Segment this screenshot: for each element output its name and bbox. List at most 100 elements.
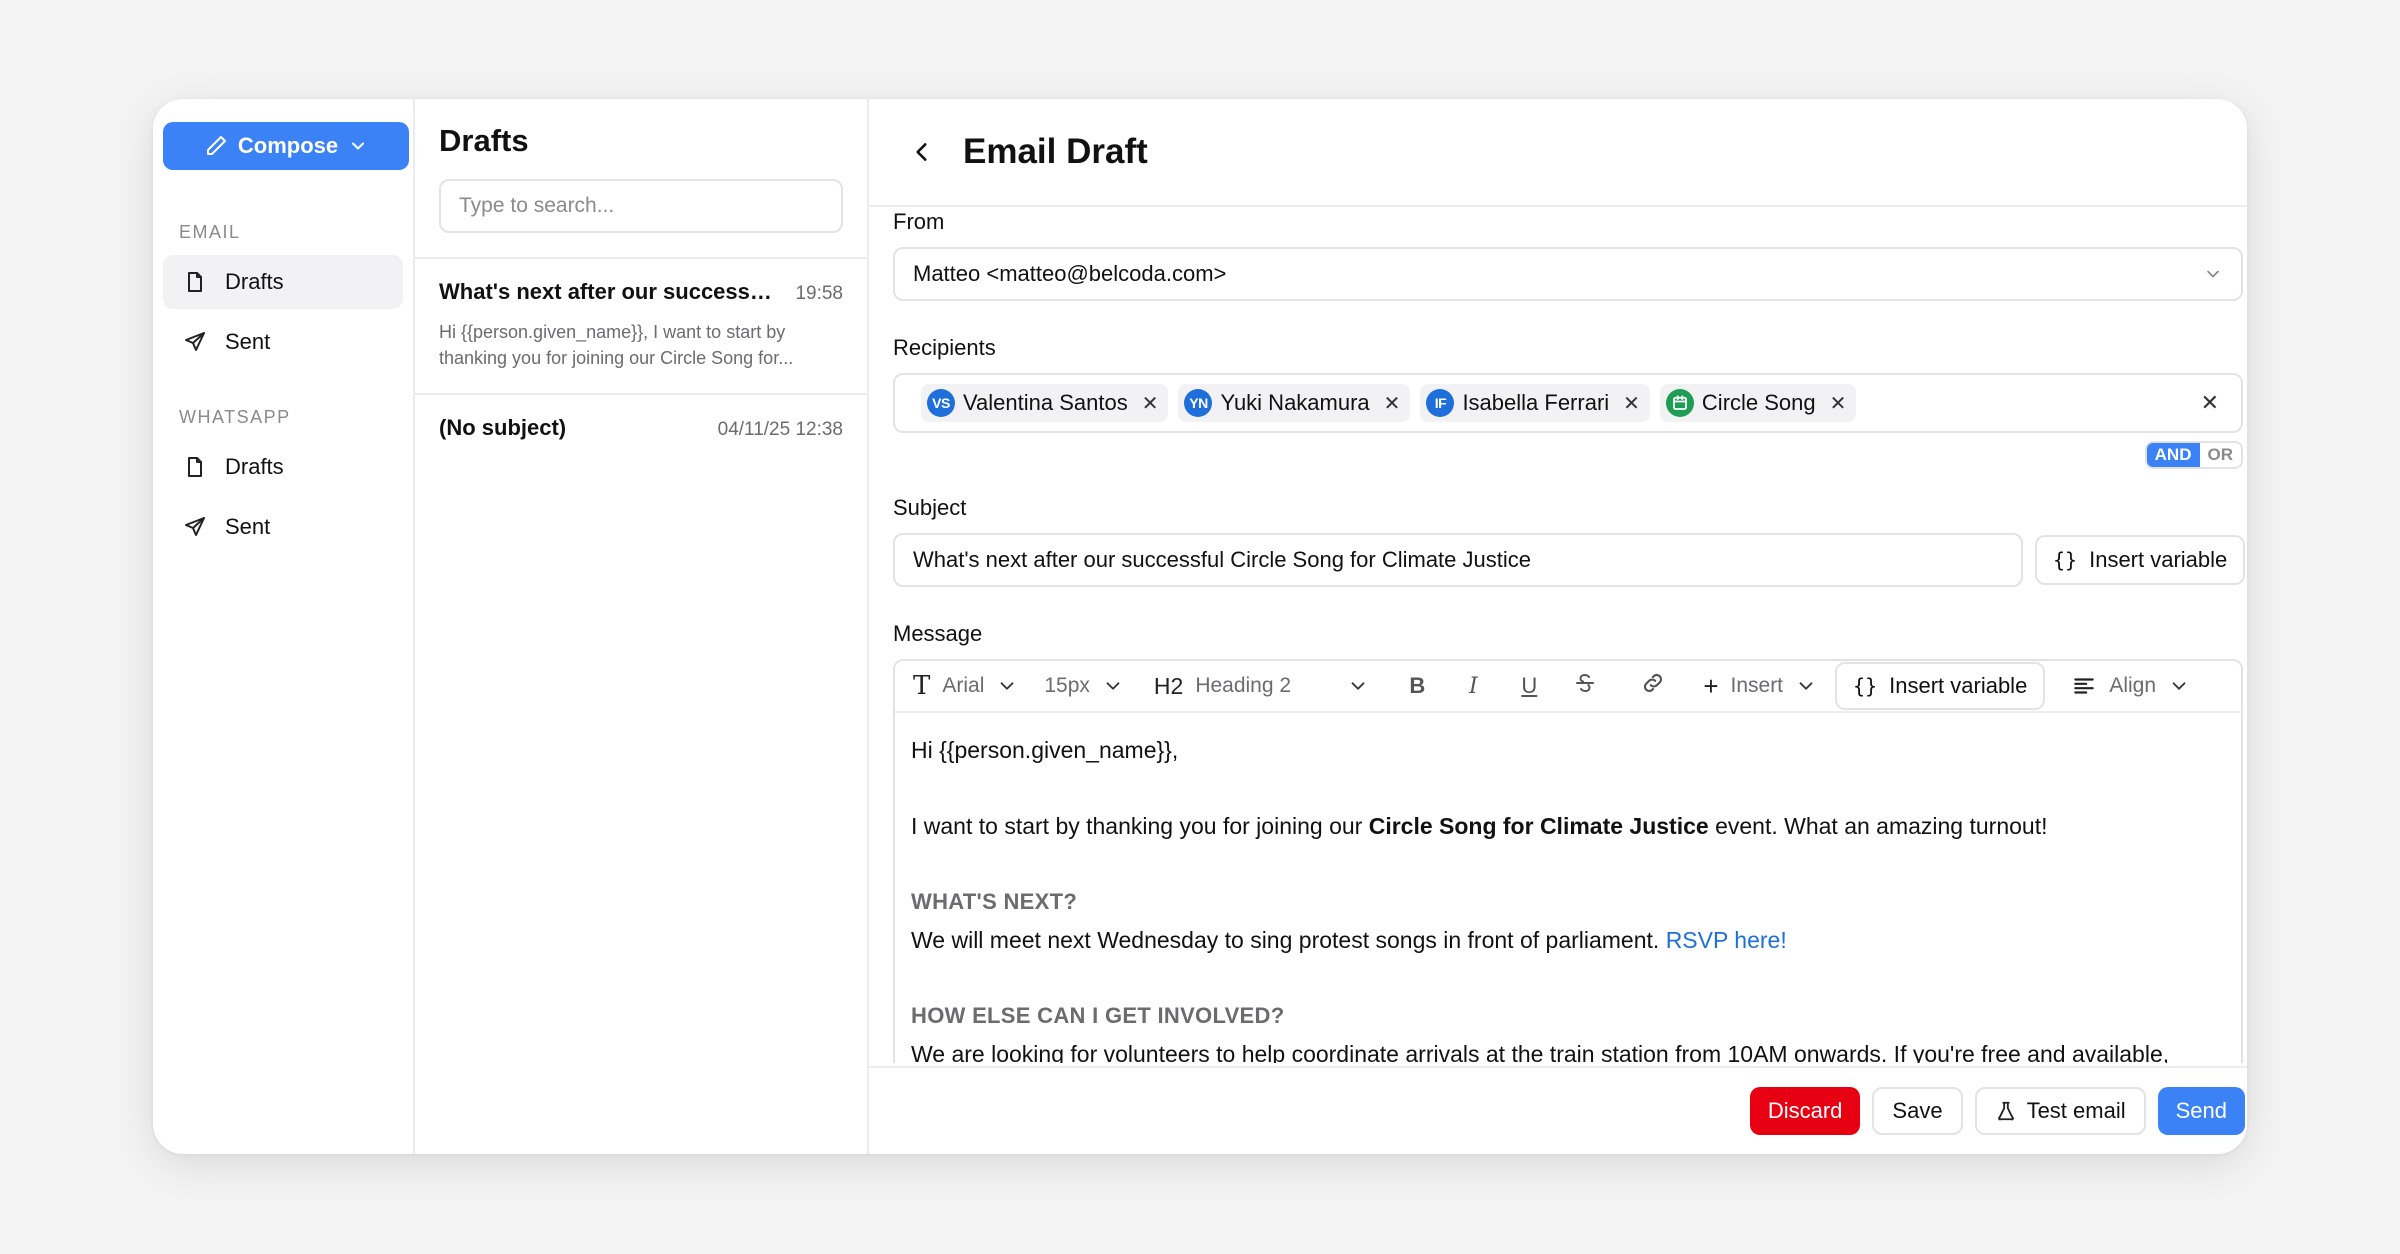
- text-type-icon: T: [913, 671, 931, 701]
- braces-icon: {}: [2053, 548, 2078, 572]
- sidebar-item-whatsapp-drafts[interactable]: Drafts: [163, 440, 403, 494]
- draft-list-item[interactable]: (No subject) 04/11/25 12:38: [415, 395, 867, 463]
- email-section-label: EMAIL: [179, 222, 241, 242]
- heading-icon: H2: [1153, 672, 1184, 699]
- bold-button[interactable]: B: [1389, 673, 1445, 699]
- event-name: Circle Song for Climate Justice: [1368, 813, 1709, 839]
- or-option[interactable]: OR: [2200, 443, 2241, 467]
- file-icon: [188, 457, 202, 477]
- align-left-icon: [2074, 678, 2095, 694]
- remove-recipient-icon[interactable]: ✕: [1384, 391, 1401, 416]
- email-form: From Matteo <matteo@belcoda.com> Recipie…: [869, 209, 2247, 1063]
- avatar: VS: [927, 389, 955, 417]
- chevron-down-icon: [1106, 682, 1120, 690]
- sidebar-item-email-sent[interactable]: Sent: [163, 315, 403, 369]
- flask-icon: [1997, 1101, 2014, 1121]
- insert-menu[interactable]: + Insert: [1703, 671, 1817, 702]
- subject-input[interactable]: [893, 533, 2023, 587]
- sidebar-item-label: Drafts: [225, 454, 284, 479]
- heading-value: Heading 2: [1195, 674, 1292, 697]
- draft-time: 19:58: [795, 283, 843, 304]
- chevron-down-icon: [1351, 682, 1365, 690]
- sidebar-item-label: Sent: [225, 514, 271, 539]
- chevron-down-icon: [1799, 682, 1813, 690]
- braces-icon: {}: [1853, 674, 1878, 698]
- font-family-value: Arial: [942, 674, 985, 697]
- from-label: From: [893, 209, 945, 234]
- from-select[interactable]: Matteo <matteo@belcoda.com>: [893, 247, 2243, 301]
- rsvp-link[interactable]: RSVP here!: [1666, 927, 1787, 953]
- save-button[interactable]: Save: [1872, 1087, 1963, 1135]
- font-size-value: 15px: [1044, 674, 1090, 697]
- send-icon: [185, 517, 205, 536]
- insert-label: Insert: [1730, 674, 1784, 697]
- recipient-chip: YN Yuki Nakamura ✕: [1178, 384, 1411, 422]
- calendar-icon: [1665, 389, 1694, 417]
- sidebar-item-label: Drafts: [225, 269, 284, 294]
- message-body[interactable]: Hi {{person.given_name}}, I want to star…: [895, 713, 2241, 1063]
- intro-paragraph: I want to start by thanking you for join…: [911, 813, 2048, 839]
- underline-button[interactable]: U: [1501, 673, 1557, 699]
- sidebar-item-whatsapp-sent[interactable]: Sent: [163, 500, 403, 554]
- recipient-chip: IF Isabella Ferrari ✕: [1420, 384, 1650, 422]
- subject-row: {} Insert variable: [893, 533, 2247, 587]
- recipients-field[interactable]: VS Valentina Santos ✕ YN Yuki Nakamura ✕…: [893, 373, 2243, 433]
- drafts-title: Drafts: [439, 123, 529, 158]
- font-family-select[interactable]: T Arial: [913, 671, 1018, 701]
- clear-recipients-icon[interactable]: ✕: [2201, 390, 2219, 416]
- draft-subject: (No subject): [439, 415, 567, 440]
- message-label: Message: [893, 621, 983, 646]
- subject-label: Subject: [893, 495, 967, 520]
- recipient-name: Circle Song: [1701, 390, 1816, 415]
- chevron-down-icon: [2172, 682, 2186, 690]
- compose-label: Compose: [237, 133, 339, 158]
- discard-button[interactable]: Discard: [1749, 1087, 1861, 1135]
- drafts-list-pane: Drafts What's next after our successful.…: [415, 99, 869, 1154]
- draft-subject: What's next after our successful...: [439, 279, 779, 304]
- back-arrow-icon[interactable]: [909, 139, 935, 165]
- section-heading: WHAT'S NEXT?: [911, 889, 1078, 914]
- recipient-chip: Circle Song ✕: [1659, 384, 1857, 422]
- link-icon: [1644, 673, 1663, 693]
- recipient-chip: VS Valentina Santos ✕: [921, 384, 1169, 422]
- plus-icon: +: [1703, 670, 1719, 701]
- remove-recipient-icon[interactable]: ✕: [1623, 391, 1640, 416]
- recipients-label: Recipients: [893, 335, 996, 360]
- page-title: Email Draft: [963, 132, 1148, 171]
- send-button[interactable]: Send: [2157, 1087, 2245, 1135]
- editor-toolbar: T Arial 15px H2 Heading 2 B I U + Insert…: [895, 661, 2241, 713]
- italic-button[interactable]: I: [1445, 674, 1501, 699]
- compose-button[interactable]: Compose: [163, 122, 409, 170]
- font-size-select[interactable]: 15px: [1044, 674, 1124, 698]
- insert-variable-label: Insert variable: [1889, 673, 2028, 698]
- recipient-name: Yuki Nakamura: [1220, 390, 1370, 415]
- sidebar-item-email-drafts[interactable]: Drafts: [163, 255, 403, 309]
- action-bar: Discard Save Test email Send: [869, 1066, 2247, 1154]
- remove-recipient-icon[interactable]: ✕: [1830, 391, 1847, 416]
- strikethrough-button[interactable]: [1557, 671, 1613, 701]
- whatsapp-section-label: WHATSAPP: [179, 407, 291, 427]
- draft-time: 04/11/25 12:38: [717, 419, 843, 440]
- chevron-down-icon: [2207, 270, 2219, 278]
- sidebar: Compose EMAIL Drafts Sent WHATSAPP Draft…: [153, 99, 415, 1154]
- insert-variable-button[interactable]: {} Insert variable: [2035, 535, 2246, 585]
- chevron-down-icon: [1000, 682, 1014, 690]
- and-option[interactable]: AND: [2146, 443, 2200, 467]
- email-draft-pane: Email Draft From Matteo <matteo@belcoda.…: [869, 99, 2247, 1154]
- test-email-button[interactable]: Test email: [1974, 1087, 2146, 1135]
- align-label: Align: [2109, 674, 2157, 697]
- involve-paragraph: We are looking for volunteers to help co…: [911, 1041, 2170, 1063]
- send-icon: [185, 332, 205, 351]
- and-or-toggle[interactable]: AND OR: [2144, 441, 2243, 469]
- test-email-label: Test email: [2026, 1098, 2126, 1123]
- recipient-name: Isabella Ferrari: [1462, 390, 1610, 415]
- search-input[interactable]: [439, 179, 843, 233]
- draft-list-item[interactable]: What's next after our successful... 19:5…: [415, 259, 867, 395]
- recipient-name: Valentina Santos: [963, 390, 1128, 415]
- message-editor: T Arial 15px H2 Heading 2 B I U + Insert…: [893, 659, 2243, 1063]
- link-button[interactable]: [1625, 670, 1681, 702]
- align-menu[interactable]: Align: [2071, 673, 2190, 699]
- heading-select[interactable]: H2 Heading 2: [1154, 673, 1369, 700]
- remove-recipient-icon[interactable]: ✕: [1142, 391, 1159, 416]
- toolbar-insert-variable-button[interactable]: {} Insert variable: [1835, 662, 2046, 710]
